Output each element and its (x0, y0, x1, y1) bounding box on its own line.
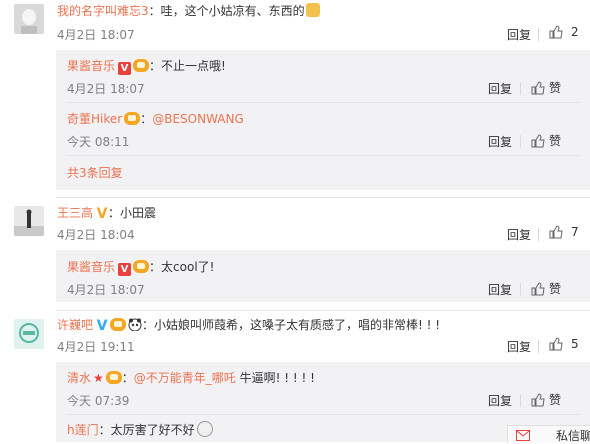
mention-link[interactable]: @BESONWANG (152, 112, 244, 126)
verified-v-icon: V (118, 62, 132, 75)
private-message-panel[interactable]: 私信聊 (507, 425, 590, 443)
like-label: 赞 (549, 81, 562, 95)
more-replies-link[interactable]: 共3条回复 (67, 164, 123, 182)
reply-text: 太cool了! (161, 260, 215, 274)
thumbs-up-icon (531, 281, 545, 295)
reply-author[interactable]: h莲门 (67, 423, 99, 437)
thumbs-up-icon (531, 392, 545, 406)
comment-author[interactable]: 我的名字叫难忘3 (57, 4, 149, 18)
reply-time: 今天 07:39 (67, 394, 130, 408)
thumbs-up-icon (549, 337, 563, 351)
star-badge-icon: ★ (93, 371, 104, 385)
like-count: 7 (571, 225, 579, 239)
reply-button[interactable]: 回复 (507, 338, 531, 355)
thumbs-up-icon (549, 225, 563, 239)
like-button[interactable]: 赞 (531, 391, 561, 408)
avatar[interactable] (14, 319, 44, 349)
thumbs-up-icon (531, 80, 545, 94)
reply-time: 4月2日 18:07 (67, 283, 145, 297)
avatar[interactable] (14, 206, 44, 236)
like-label: 赞 (549, 282, 562, 296)
like-button[interactable]: 赞 (531, 79, 561, 96)
comment-text: 小姑娘叫师葭希，这嗓子太有质感了，唱的非常棒! ! ! (154, 318, 441, 332)
comment-text: 哇，这个小姑凉有、东西的 (160, 4, 305, 18)
panda-badge-icon (128, 318, 142, 332)
private-message-label: 私信聊 (556, 429, 590, 443)
thumbs-up-icon (549, 25, 563, 39)
mention-link[interactable]: @不万能青年_哪吒 (134, 371, 236, 385)
comment-author[interactable]: 王三高 (57, 206, 93, 220)
vip-badge-icon (105, 371, 122, 384)
reply-button[interactable]: 回复 (507, 226, 531, 243)
like-button[interactable]: 5 (549, 337, 579, 351)
vip-badge-icon (110, 318, 127, 331)
vip-badge-icon (133, 260, 150, 273)
reply-author[interactable]: 奇董Hiker (67, 112, 122, 126)
like-button[interactable]: 赞 (531, 132, 561, 149)
reply-button[interactable]: 回复 (488, 80, 512, 97)
like-button[interactable]: 赞 (531, 280, 561, 297)
reply-text: 太厉害了好不好 (110, 423, 195, 437)
thumbs-up-icon (531, 133, 545, 147)
like-label: 赞 (549, 134, 562, 148)
like-count: 2 (571, 25, 579, 39)
thumbs-up-emoji-icon (305, 3, 320, 17)
comment-time: 4月2日 18:04 (57, 228, 135, 242)
reply-text: 不止一点哦! (161, 59, 226, 73)
comment-text: 小田震 (120, 206, 157, 220)
reply-text: 牛逼啊! ! ! ! ! (239, 371, 315, 385)
reply-button[interactable]: 回复 (488, 392, 512, 409)
reply-author[interactable]: 清水 (67, 371, 91, 385)
vip-badge-icon (133, 59, 150, 72)
verified-yellow-v-icon: V (96, 206, 108, 222)
reply-button[interactable]: 回复 (488, 133, 512, 150)
comment-time: 4月2日 18:07 (57, 28, 135, 42)
reply-button[interactable]: 回复 (488, 281, 512, 298)
like-count: 5 (571, 337, 579, 351)
verified-v-icon: V (118, 263, 132, 276)
reply-author[interactable]: 果酱音乐 (67, 260, 115, 274)
reply-time: 4月2日 18:07 (67, 82, 145, 96)
like-label: 赞 (549, 393, 562, 407)
verified-blue-v-icon: V (96, 318, 108, 334)
like-button[interactable]: 2 (549, 25, 579, 39)
reply-button[interactable]: 回复 (507, 26, 531, 43)
reply-time: 今天 08:11 (67, 135, 130, 149)
emoji-icon (196, 421, 213, 437)
envelope-icon (516, 430, 530, 441)
avatar[interactable] (14, 4, 44, 34)
comment-time: 4月2日 19:11 (57, 340, 135, 354)
reply-author[interactable]: 果酱音乐 (67, 59, 115, 73)
like-button[interactable]: 7 (549, 225, 579, 239)
comment-author[interactable]: 许巍吧 (57, 318, 93, 332)
vip-badge-icon (124, 112, 141, 125)
